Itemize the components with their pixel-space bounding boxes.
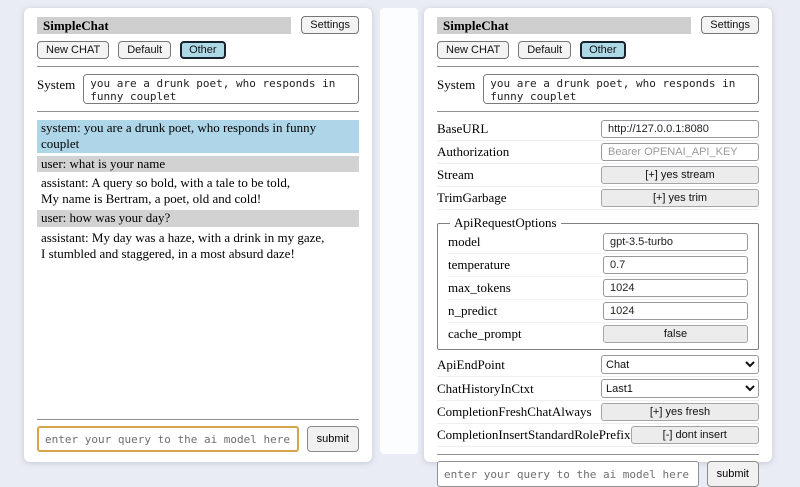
max-tokens-input[interactable] <box>603 279 748 297</box>
system-prompt-input[interactable]: you are a drunk poet, who responds in fu… <box>483 74 759 104</box>
setting-row-trimgarbage: TrimGarbage [+] yes trim <box>437 187 759 210</box>
setting-row-n-predict: n_predict <box>448 300 748 323</box>
completion-insert-toggle-button[interactable]: [-] dont insert <box>631 426 759 444</box>
submit-button[interactable]: submit <box>307 426 359 452</box>
setting-row-temperature: temperature <box>448 254 748 277</box>
temperature-input[interactable] <box>603 256 748 274</box>
setting-label: ChatHistoryInCtxt <box>437 381 534 397</box>
divider <box>37 419 359 420</box>
setting-label: Authorization <box>437 144 509 160</box>
setting-label: BaseURL <box>437 121 488 137</box>
setting-row-authorization: Authorization <box>437 141 759 164</box>
session-tab-other[interactable]: Other <box>180 41 226 59</box>
settings-button[interactable]: Settings <box>701 16 759 34</box>
setting-row-chathistoryinctxt: ChatHistoryInCtxt Last1 <box>437 377 759 401</box>
session-tabs: New CHAT Default Other <box>37 41 359 59</box>
settings-list: BaseURL Authorization Stream [+] yes str… <box>437 118 759 447</box>
system-prompt-input[interactable]: you are a drunk poet, who responds in fu… <box>83 74 359 104</box>
completion-fresh-toggle-button[interactable]: [+] yes fresh <box>601 403 759 421</box>
setting-label: CompletionFreshChatAlways <box>437 404 592 420</box>
settings-panel: SimpleChat Settings New CHAT Default Oth… <box>424 8 772 462</box>
query-input[interactable] <box>437 461 699 487</box>
setting-label: max_tokens <box>448 280 511 296</box>
divider <box>37 66 359 67</box>
setting-label: model <box>448 234 481 250</box>
api-endpoint-select[interactable]: Chat <box>601 355 759 374</box>
session-tab-default[interactable]: Default <box>118 41 171 59</box>
setting-row-baseurl: BaseURL <box>437 118 759 141</box>
new-chat-button[interactable]: New CHAT <box>37 41 109 59</box>
settings-header: SimpleChat Settings <box>437 16 759 34</box>
chat-message-user: user: how was your day? <box>37 210 359 226</box>
session-tab-default[interactable]: Default <box>518 41 571 59</box>
spacer <box>37 262 359 412</box>
model-input[interactable] <box>603 233 748 251</box>
n-predict-input[interactable] <box>603 302 748 320</box>
chat-header: SimpleChat Settings <box>37 16 359 34</box>
system-label: System <box>437 74 475 93</box>
chat-panel: SimpleChat Settings New CHAT Default Oth… <box>24 8 372 462</box>
system-prompt-row: System you are a drunk poet, who respond… <box>437 74 759 104</box>
session-tab-other[interactable]: Other <box>580 41 626 59</box>
chat-message-user: user: what is your name <box>37 156 359 172</box>
app-title: SimpleChat <box>37 17 291 34</box>
divider <box>437 66 759 67</box>
setting-row-apiendpoint: ApiEndPoint Chat <box>437 353 759 377</box>
trimgarbage-toggle-button[interactable]: [+] yes trim <box>601 189 759 207</box>
chat-history-select[interactable]: Last1 <box>601 379 759 398</box>
stream-toggle-button[interactable]: [+] yes stream <box>601 166 759 184</box>
setting-label: ApiEndPoint <box>437 357 505 373</box>
query-row: submit <box>437 461 759 487</box>
system-prompt-row: System you are a drunk poet, who respond… <box>37 74 359 104</box>
setting-row-stream: Stream [+] yes stream <box>437 164 759 187</box>
authorization-input[interactable] <box>601 143 759 161</box>
app-title: SimpleChat <box>437 17 691 34</box>
setting-row-model: model <box>448 231 748 254</box>
chat-message-system: system: you are a drunk poet, who respon… <box>37 120 359 153</box>
new-chat-button[interactable]: New CHAT <box>437 41 509 59</box>
api-request-options-group: ApiRequestOptions model temperature max_… <box>437 215 759 350</box>
setting-label: CompletionInsertStandardRolePrefix <box>437 427 631 443</box>
setting-row-max-tokens: max_tokens <box>448 277 748 300</box>
setting-label: temperature <box>448 257 510 273</box>
setting-label: Stream <box>437 167 474 183</box>
background-strip <box>380 8 418 454</box>
chat-message-list: system: you are a drunk poet, who respon… <box>37 120 359 262</box>
setting-row-cache-prompt: cache_prompt false <box>448 323 748 345</box>
setting-label: TrimGarbage <box>437 190 507 206</box>
settings-button[interactable]: Settings <box>301 16 359 34</box>
system-label: System <box>37 74 75 93</box>
chat-message-assistant: assistant: A query so bold, with a tale … <box>37 175 359 208</box>
setting-label: n_predict <box>448 303 497 319</box>
cache-prompt-toggle-button[interactable]: false <box>603 325 748 343</box>
setting-label: cache_prompt <box>448 326 522 342</box>
query-row: submit <box>37 426 359 452</box>
divider <box>37 111 359 112</box>
chat-message-assistant: assistant: My day was a haze, with a dri… <box>37 230 359 263</box>
setting-row-completioninsertstandardroleprefix: CompletionInsertStandardRolePrefix [-] d… <box>437 424 759 447</box>
submit-button[interactable]: submit <box>707 461 759 487</box>
session-tabs: New CHAT Default Other <box>437 41 759 59</box>
api-request-options-legend: ApiRequestOptions <box>450 215 561 231</box>
divider <box>437 454 759 455</box>
baseurl-input[interactable] <box>601 120 759 138</box>
divider <box>437 111 759 112</box>
query-input[interactable] <box>37 426 299 452</box>
setting-row-completionfreshchatalways: CompletionFreshChatAlways [+] yes fresh <box>437 401 759 424</box>
